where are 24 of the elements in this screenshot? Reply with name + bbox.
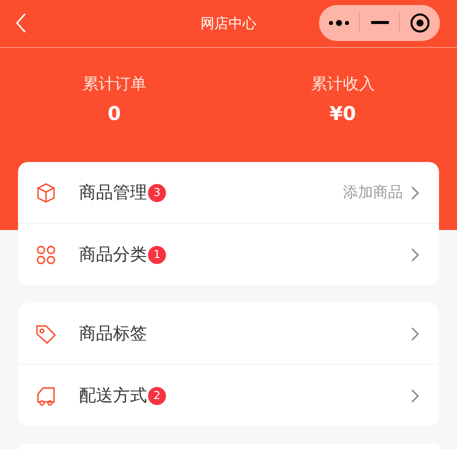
stat-label: 累计订单 [82, 74, 146, 95]
truck-icon [35, 384, 57, 406]
chevron-icon [411, 186, 419, 200]
stat-label: 累计收入 [310, 74, 375, 95]
box-icon [35, 182, 57, 204]
grid-icon [35, 244, 57, 266]
menu-item[interactable]: 配送方式 [79, 384, 147, 407]
menu-item[interactable]: 商品分类 [79, 243, 147, 266]
menu-item[interactable]: 商品标签 [79, 322, 147, 345]
page-title: 网店中心 [200, 14, 256, 32]
back-icon[interactable] [15, 13, 27, 33]
chevron-icon [411, 248, 419, 262]
more-icon[interactable] [328, 19, 350, 27]
menu-item[interactable]: 商品管理 [79, 181, 147, 204]
close-icon[interactable] [410, 13, 430, 33]
chevron-icon [411, 388, 419, 402]
count-badge: 2 [148, 386, 166, 404]
count-badge: 3 [148, 184, 166, 202]
tag-icon [35, 322, 57, 344]
stat-value: ¥0 [330, 103, 356, 125]
count-badge: 1 [148, 246, 166, 264]
chevron-icon [411, 326, 419, 340]
stat-value: 0 [108, 103, 121, 125]
minimize-icon[interactable] [370, 21, 388, 25]
